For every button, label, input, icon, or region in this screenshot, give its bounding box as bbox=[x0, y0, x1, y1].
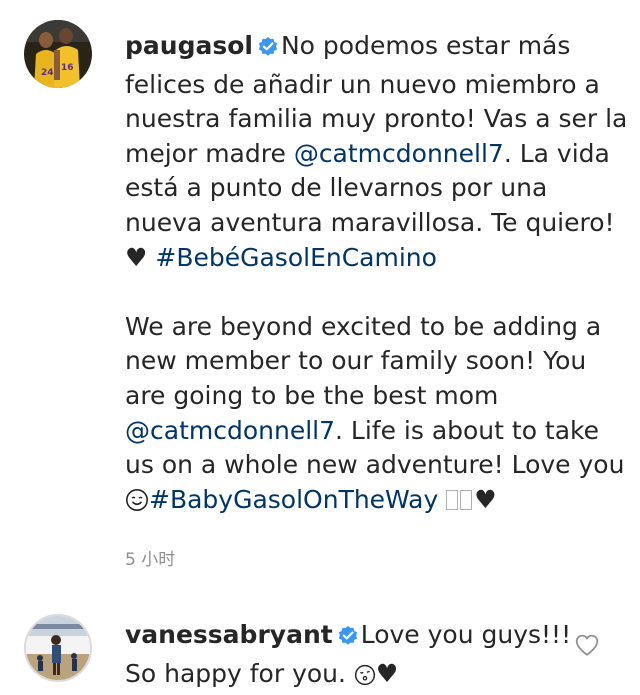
comment-line-14: #BabyGasolOnTheWay ♥ bbox=[125, 483, 627, 522]
kissing-face-emoji-icon bbox=[354, 661, 376, 695]
username-vanessabryant[interactable]: vanessabryant bbox=[125, 620, 333, 649]
comment-line-9: We are beyond excited to be adding a bbox=[125, 311, 602, 341]
comment-timestamp[interactable]: 5 小时 bbox=[125, 545, 175, 570]
mention-link[interactable]: @catmcdonnell7 bbox=[125, 416, 335, 445]
comment-line-2: So happy for you. ♥ bbox=[125, 657, 571, 695]
comment-line-5: está a punto de llevarnos por una bbox=[125, 173, 548, 203]
avatar-vanessabryant[interactable] bbox=[24, 614, 92, 682]
comment-text: So happy for you. bbox=[125, 658, 346, 688]
comment-text: . Life is about to take bbox=[335, 415, 600, 445]
svg-text:16: 16 bbox=[61, 63, 74, 73]
verified-badge-icon bbox=[337, 622, 359, 657]
missing-glyph-icon bbox=[446, 489, 459, 510]
comment-line-12: @catmcdonnell7. Life is about to take bbox=[125, 414, 627, 449]
missing-glyph-icon bbox=[460, 489, 473, 510]
hashtag-link[interactable]: #BabyGasolOnTheWay bbox=[149, 485, 438, 514]
comment-line-4: mejor madre @catmcdonnell7. La vida bbox=[125, 137, 627, 172]
comment-line-10: new member to our family soon! You bbox=[125, 346, 587, 376]
avatar-paugasol[interactable]: 24 16 bbox=[24, 20, 92, 88]
svg-text:24: 24 bbox=[41, 68, 54, 78]
comment-line-1: paugasol No podemos estar más bbox=[125, 29, 627, 68]
comment-text: No podemos estar más bbox=[280, 31, 571, 60]
comment-line-1: vanessabryant Love you guys!!! bbox=[125, 618, 571, 657]
comment-line-2: felices de añadir un nuevo miembro a bbox=[125, 69, 600, 99]
verified-badge-icon bbox=[257, 33, 279, 68]
comment-text: mejor madre bbox=[125, 138, 294, 168]
comment-line-3: nuestra familia muy pronto! Vas a ser la bbox=[125, 104, 628, 134]
black-heart-icon: ♥ bbox=[474, 484, 497, 514]
mention-link[interactable]: @catmcdonnell7 bbox=[294, 139, 504, 168]
comment-line-6: nueva aventura maravillosa. Te quiero! bbox=[125, 207, 615, 237]
hashtag-link[interactable]: #BebéGasolEnCamino bbox=[155, 243, 437, 272]
comment-text: . La vida bbox=[503, 138, 610, 168]
smiling-face-emoji-icon bbox=[125, 487, 149, 522]
comment-line-13: us on a whole new adventure! Love you bbox=[125, 450, 625, 480]
comment-text: Love you guys!!! bbox=[360, 620, 572, 649]
like-heart-icon[interactable] bbox=[574, 632, 600, 658]
comment-line-7: ♥ #BebéGasolEnCamino bbox=[125, 241, 627, 276]
comment-line-11: are going to be the best mom bbox=[125, 380, 499, 410]
black-heart-icon: ♥ bbox=[125, 242, 148, 272]
username-paugasol[interactable]: paugasol bbox=[125, 31, 253, 60]
black-heart-icon: ♥ bbox=[375, 658, 399, 688]
